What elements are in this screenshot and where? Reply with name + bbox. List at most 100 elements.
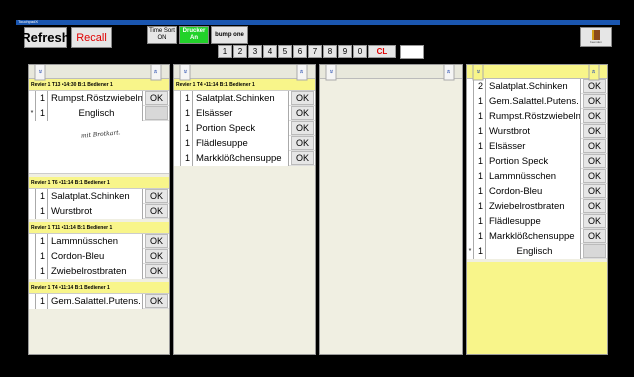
ok-button[interactable]: OK <box>583 199 606 213</box>
order-item-row[interactable]: 1 Salatplat.Schinken OK <box>29 188 169 204</box>
ok-button[interactable]: OK <box>291 151 314 165</box>
order-item-row[interactable]: 1 Flädlesuppe OK <box>174 135 315 151</box>
ok-button[interactable]: OK <box>583 94 606 108</box>
item-name: Wurstbrot <box>48 203 143 219</box>
item-quantity: 1 <box>474 108 486 124</box>
order-item-row[interactable]: 1 Gem.Salattel.Putens. OK <box>467 93 607 109</box>
item-marker <box>29 248 36 264</box>
item-name: Rumpst.Röstzwiebeln <box>486 108 581 124</box>
item-marker <box>467 198 474 214</box>
numpad-key-0[interactable]: 0 <box>353 45 367 58</box>
clear-button[interactable]: CL <box>368 45 396 58</box>
ok-button[interactable]: OK <box>583 214 606 228</box>
ok-button[interactable]: OK <box>583 154 606 168</box>
recall-button[interactable]: Recall <box>71 27 112 48</box>
ok-button[interactable]: OK <box>145 264 168 278</box>
item-name: Wurstbrot <box>486 123 581 139</box>
item-name: Elsässer <box>193 105 289 121</box>
order-item-row[interactable]: 1 Markklößchensuppe OK <box>174 150 315 166</box>
numpad-key-8[interactable]: 8 <box>323 45 337 58</box>
order-item-row[interactable]: 1 Gem.Salattel.Putens. OK <box>29 293 169 309</box>
numpad-key-4[interactable]: 4 <box>263 45 277 58</box>
ok-button[interactable]: OK <box>145 91 168 105</box>
scroll-up-chevron-icon[interactable]: » <box>588 65 600 81</box>
order-item-row[interactable]: 1 Wurstbrot OK <box>467 123 607 139</box>
order-item-row[interactable]: 1 Flädlesuppe OK <box>467 213 607 229</box>
numpad-key-1[interactable]: 1 <box>218 45 232 58</box>
order-item-row[interactable]: 1 Rumpst.Röstzwiebeln OK <box>29 90 169 106</box>
order-item-row[interactable]: 1 Lammnüsschen OK <box>29 233 169 249</box>
order-item-row[interactable]: 1 Wurstbrot OK <box>29 203 169 219</box>
item-name: Lammnüsschen <box>486 168 581 184</box>
ok-button[interactable]: OK <box>583 79 606 93</box>
order-column-1: »» Revier 1 T13 •14:30 B:1 Bediener 1 1 Rum… <box>28 64 170 355</box>
order-item-row[interactable]: 1 Elsässer OK <box>174 105 315 121</box>
item-quantity: 1 <box>474 228 486 244</box>
ok-button[interactable]: OK <box>145 189 168 203</box>
item-quantity: 1 <box>36 203 48 219</box>
numpad-key-6[interactable]: 6 <box>293 45 307 58</box>
numpad-key-9[interactable]: 9 <box>338 45 352 58</box>
item-marker <box>467 78 474 94</box>
item-marker <box>174 135 181 151</box>
summary-column: »» 2 Salatplat.Schinken OK 1 Gem.Salattel.Put… <box>466 64 608 355</box>
order-item-row[interactable]: 1 Salatplat.Schinken OK <box>174 90 315 106</box>
order-item-row[interactable]: 1 Lammnüsschen OK <box>467 168 607 184</box>
ok-button[interactable]: OK <box>291 121 314 135</box>
ok-button[interactable]: OK <box>583 139 606 153</box>
numpad-key-2[interactable]: 2 <box>233 45 247 58</box>
ok-button[interactable]: OK <box>583 184 606 198</box>
order-item-row[interactable]: 1 Zwiebelrostbraten OK <box>29 263 169 279</box>
ok-button[interactable]: OK <box>145 204 168 218</box>
item-name: Portion Speck <box>193 120 289 136</box>
ok-placeholder <box>145 106 168 120</box>
order-item-row[interactable]: 1 Rumpst.Röstzwiebeln OK <box>467 108 607 124</box>
item-marker <box>174 90 181 106</box>
ok-button[interactable]: OK <box>145 294 168 308</box>
ok-button[interactable]: OK <box>583 124 606 138</box>
ok-button[interactable]: OK <box>291 136 314 150</box>
numpad-key-5[interactable]: 5 <box>278 45 292 58</box>
scroll-down-chevron-icon[interactable]: » <box>179 65 191 81</box>
printer-toggle-button[interactable]: Drucker An <box>179 26 209 44</box>
exit-button[interactable]: beenden <box>580 27 612 47</box>
item-quantity: 2 <box>474 78 486 94</box>
ok-button[interactable]: OK <box>291 106 314 120</box>
item-quantity: 1 <box>181 105 193 121</box>
order-item-row[interactable]: 1 Markklößchensuppe OK <box>467 228 607 244</box>
item-name: Salatplat.Schinken <box>486 78 581 94</box>
order-item-row[interactable]: 2 Salatplat.Schinken OK <box>467 78 607 94</box>
scroll-up-chevron-icon[interactable]: » <box>443 65 455 81</box>
ok-button[interactable]: OK <box>291 91 314 105</box>
time-sort-button[interactable]: Time Sort ON <box>147 26 177 44</box>
order-column-2: »» Revier 1 T4 •11:14 B:1 Bediener 1 1 Sala… <box>173 64 316 355</box>
bump-one-button[interactable]: bump one <box>211 26 248 44</box>
scroll-down-chevron-icon[interactable]: » <box>34 65 46 81</box>
numpad-input[interactable] <box>400 45 424 59</box>
order-item-row[interactable]: * 1 Englisch <box>29 105 169 121</box>
order-item-row[interactable]: 1 Portion Speck OK <box>467 153 607 169</box>
order-item-row[interactable]: 1 Cordon-Bleu OK <box>467 183 607 199</box>
order-item-row[interactable]: 1 Elsässer OK <box>467 138 607 154</box>
scroll-up-chevron-icon[interactable]: » <box>150 65 162 81</box>
ok-button[interactable]: OK <box>145 249 168 263</box>
order-item-row[interactable]: 1 Cordon-Bleu OK <box>29 248 169 264</box>
refresh-button[interactable]: Refresh <box>21 27 70 48</box>
order-item-row[interactable]: 1 Portion Speck OK <box>174 120 315 136</box>
numpad-key-7[interactable]: 7 <box>308 45 322 58</box>
scroll-down-chevron-icon[interactable]: » <box>325 65 337 81</box>
scroll-up-chevron-icon[interactable]: » <box>296 65 308 81</box>
ok-button[interactable]: OK <box>583 109 606 123</box>
item-name: Cordon-Bleu <box>486 183 581 199</box>
order-item-row[interactable]: * 1 Englisch <box>467 243 607 259</box>
item-marker <box>29 90 36 106</box>
item-name: Flädlesuppe <box>486 213 581 229</box>
numpad: 1 2 3 4 5 6 7 8 9 0 CL <box>218 45 424 59</box>
ok-button[interactable]: OK <box>583 229 606 243</box>
scroll-down-chevron-icon[interactable]: » <box>472 65 484 81</box>
numpad-key-3[interactable]: 3 <box>248 45 262 58</box>
order-item-row[interactable]: 1 Zwiebelrostbraten OK <box>467 198 607 214</box>
ok-button[interactable]: OK <box>583 169 606 183</box>
item-marker <box>467 138 474 154</box>
ok-button[interactable]: OK <box>145 234 168 248</box>
